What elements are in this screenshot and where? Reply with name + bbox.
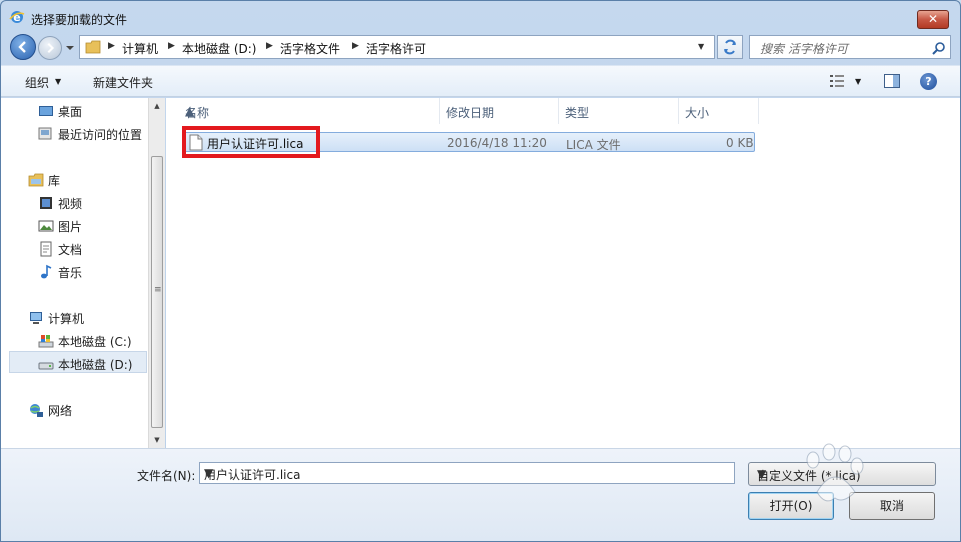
filter-dropdown-icon[interactable]: ▼ [757, 467, 929, 481]
preview-pane-icon[interactable] [884, 74, 900, 88]
drive-c-icon [38, 335, 54, 348]
search-icon[interactable] [932, 41, 946, 55]
file-open-dialog: e 选择要加载的文件 ✕ ▶ 计算机 ▶ 本地磁盘 (D:) ▶ 活字格文件 ▶… [0, 0, 961, 542]
back-button[interactable] [10, 34, 36, 60]
file-modified-date: 2016/4/18 11:20 [447, 136, 547, 150]
title-bar: e 选择要加载的文件 ✕ [1, 1, 960, 33]
search-input[interactable]: 搜索 活字格许可 [749, 35, 951, 59]
recent-pages-dropdown[interactable] [65, 43, 75, 53]
navigation-bar: ▶ 计算机 ▶ 本地磁盘 (D:) ▶ 活字格文件 ▶ 活字格许可 ▼ 搜索 活… [1, 33, 960, 61]
breadcrumb-separator-icon[interactable]: ▶ [108, 41, 115, 51]
breadcrumb-separator-icon[interactable]: ▶ [266, 41, 273, 51]
view-options-icon[interactable] [829, 74, 845, 88]
file-size: 0 KB [726, 136, 754, 150]
column-header-date[interactable]: 修改日期 [440, 98, 559, 124]
scroll-down-icon[interactable]: ▼ [149, 432, 165, 448]
sidebar-item-label: 库 [48, 174, 61, 188]
drive-d-icon [38, 362, 54, 370]
window-title: 选择要加载的文件 [31, 13, 128, 27]
breadcrumb-huozige-files[interactable]: 活字格文件 [280, 40, 340, 57]
sidebar-item-label: 网络 [48, 404, 73, 418]
file-type-filter-select[interactable]: 自定义文件 (*.lica) ▼ [748, 462, 936, 486]
sidebar-item-label: 最近访问的位置 [58, 128, 143, 142]
open-button[interactable]: 打开(O) [748, 492, 834, 520]
sidebar-item-label: 音乐 [58, 266, 83, 280]
pictures-icon [38, 220, 54, 232]
column-header-type[interactable]: 类型 [559, 98, 679, 124]
desktop-icon [39, 106, 53, 116]
sidebar-item-label: 计算机 [48, 312, 85, 326]
sidebar-item-label: 桌面 [58, 105, 83, 119]
breadcrumb-computer[interactable]: 计算机 [122, 40, 158, 57]
scroll-grip-icon: ≡ [154, 285, 162, 295]
sidebar-item-label: 图片 [58, 220, 83, 234]
scroll-thumb[interactable]: ≡ [151, 156, 163, 428]
help-icon[interactable]: ? [920, 73, 937, 90]
file-list-pane: 名称 ▲ 修改日期 类型 大小 用户认证许可.lica 2016/4/18 11… [166, 98, 960, 448]
recent-places-icon [38, 127, 52, 140]
close-button[interactable]: ✕ [917, 10, 949, 29]
new-folder-button[interactable]: 新建文件夹 [93, 74, 153, 91]
breadcrumb-separator-icon[interactable]: ▶ [352, 41, 359, 51]
scroll-up-icon[interactable]: ▲ [149, 98, 165, 114]
organize-dropdown-icon[interactable]: ▼ [55, 77, 61, 86]
navigation-pane: 桌面 最近访问的位置 库 视频 图片 文档 音乐 计算机 本地磁盘 (C:) 本… [1, 98, 165, 448]
music-icon [41, 264, 52, 279]
command-toolbar: 组织 ▼ 新建文件夹 ▼ ? [1, 65, 960, 97]
breadcrumb-separator-icon[interactable]: ▶ [168, 41, 175, 51]
file-type: LICA 文件 [566, 138, 621, 152]
network-icon [30, 404, 43, 417]
library-icon [28, 173, 44, 187]
forward-arrow-icon [47, 42, 55, 54]
back-arrow-icon [18, 41, 26, 53]
view-dropdown-icon[interactable]: ▼ [855, 77, 861, 86]
sidebar-item-label: 本地磁盘 (D:) [58, 358, 133, 372]
column-header-name[interactable]: 名称 ▲ [179, 98, 440, 124]
address-dropdown-icon[interactable]: ▼ [698, 42, 710, 54]
refresh-button[interactable] [717, 35, 743, 59]
breadcrumb-huozige-license[interactable]: 活字格许可 [366, 40, 426, 57]
column-header-label: 类型 [565, 106, 590, 120]
address-bar[interactable]: ▶ 计算机 ▶ 本地磁盘 (D:) ▶ 活字格文件 ▶ 活字格许可 ▼ [79, 35, 715, 59]
column-header-label: 大小 [685, 106, 710, 120]
documents-icon [40, 241, 52, 257]
sidebar-item-label: 本地磁盘 (C:) [58, 335, 132, 349]
search-placeholder: 搜索 活字格许可 [760, 42, 848, 56]
sidebar-item-label: 视频 [58, 197, 83, 211]
refresh-icon [724, 39, 736, 55]
filename-input[interactable]: 用户认证许可.lica ▼ [199, 462, 735, 484]
ie-icon: e [9, 11, 25, 24]
column-header-size[interactable]: 大小 [679, 98, 759, 124]
forward-button[interactable] [38, 36, 62, 60]
breadcrumb-drive-d[interactable]: 本地磁盘 (D:) [182, 40, 256, 57]
folder-icon [85, 40, 101, 54]
sort-ascending-icon: ▲ [185, 104, 195, 118]
organize-button[interactable]: 组织 [25, 74, 49, 91]
navigation-scrollbar[interactable]: ▲ ≡ ▼ [148, 98, 165, 448]
computer-icon [30, 312, 42, 324]
cancel-button[interactable]: 取消 [849, 492, 935, 520]
column-header-label: 修改日期 [446, 106, 495, 120]
dialog-footer: 文件名(N): 用户认证许可.lica ▼ 自定义文件 (*.lica) ▼ 打… [1, 448, 960, 541]
video-icon [40, 197, 52, 209]
filename-dropdown-icon[interactable]: ▼ [204, 466, 730, 480]
sidebar-item-label: 文档 [58, 243, 83, 257]
filename-label: 文件名(N): [137, 469, 196, 483]
annotation-highlight-box [182, 126, 320, 158]
